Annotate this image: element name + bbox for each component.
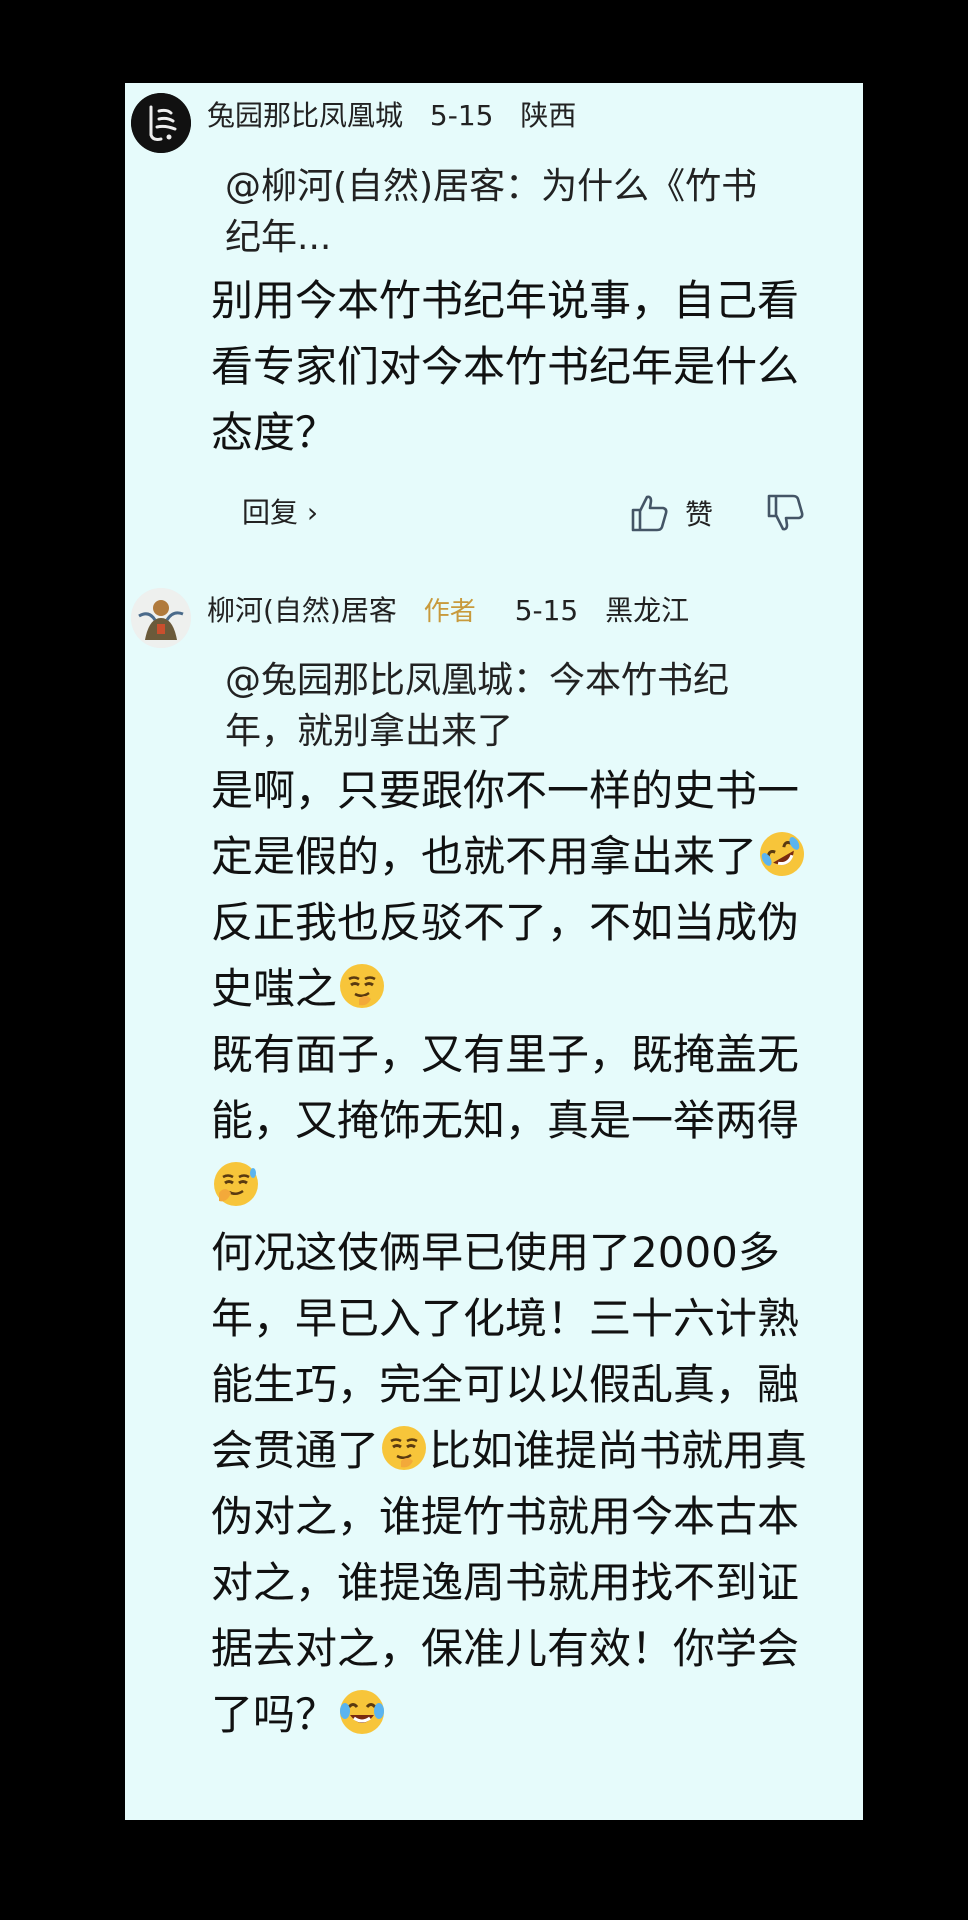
quoted-reply[interactable]: @柳河(自然)居客：为什么《竹书纪年...	[225, 161, 785, 263]
comment-body: 别用今本竹书纪年说事，自己看看专家们对今本竹书纪年是什么态度？	[211, 268, 811, 466]
comment-location: 陕西	[520, 99, 577, 132]
paragraph-text: 反正我也反驳不了，不如当成伪史嗤之	[211, 898, 800, 1013]
comment-paragraph: 反正我也反驳不了，不如当成伪史嗤之	[211, 890, 831, 1022]
comment-meta: 兔园那比凤凰城 5-15 陕西	[207, 96, 594, 136]
reply-button[interactable]: 回复 ›	[205, 485, 355, 541]
thumbs-up-icon	[631, 495, 668, 532]
comment-paragraph: 别用今本竹书纪年说事，自己看看专家们对今本竹书纪年是什么态度？	[211, 276, 800, 457]
figure-illustration-icon	[131, 588, 191, 648]
comment-date: 5-15	[514, 594, 579, 627]
author-badge: 作者	[423, 597, 476, 627]
tears-of-joy-face-icon	[340, 1690, 385, 1734]
comment-panel: 兔园那比凤凰城 5-15 陕西 @柳河(自然)居客：为什么《竹书纪年... 别用…	[125, 83, 863, 1820]
comment-paragraph: 何况这伎俩早已使用了2000多年，早已入了化境！三十六计熟能生巧，完全可以以假乱…	[211, 1220, 831, 1748]
username[interactable]: 兔园那比凤凰城	[207, 99, 403, 132]
rolling-laughing-face-icon	[760, 832, 805, 876]
smirking-hand-face-icon	[340, 964, 385, 1008]
comment-paragraph: 是啊，只要跟你不一样的史书一定是假的，也就不用拿出来了	[211, 758, 831, 890]
dislike-button[interactable]	[765, 485, 811, 541]
calligraphy-logo-icon	[131, 93, 191, 153]
like-button[interactable]: 赞	[629, 485, 713, 541]
comment-location: 黑龙江	[605, 594, 690, 627]
comment-meta: 柳河(自然)居客 作者 5-15 黑龙江	[207, 591, 707, 632]
paragraph-text: 既有面子，又有里子，既掩盖无能，又掩饰无知，真是一举两得	[211, 1030, 800, 1145]
paragraph-text: 是啊，只要跟你不一样的史书一定是假的，也就不用拿出来了	[211, 766, 800, 881]
smirking-hand-face-icon	[214, 1162, 258, 1206]
quoted-reply[interactable]: @兔园那比凤凰城：今本竹书纪年，就别拿出来了	[225, 655, 765, 757]
username[interactable]: 柳河(自然)居客	[207, 594, 397, 627]
avatar[interactable]	[131, 93, 191, 153]
avatar[interactable]	[131, 588, 191, 648]
like-label: 赞	[685, 498, 714, 531]
comment-paragraph: 既有面子，又有里子，既掩盖无能，又掩饰无知，真是一举两得	[211, 1022, 831, 1220]
smirking-hand-face-icon	[382, 1426, 427, 1470]
thumbs-down-icon	[767, 494, 804, 531]
comment-date: 5-15	[429, 99, 494, 132]
comment-body: 是啊，只要跟你不一样的史书一定是假的，也就不用拿出来了 反正我也反驳不了，不如当…	[211, 758, 831, 1748]
